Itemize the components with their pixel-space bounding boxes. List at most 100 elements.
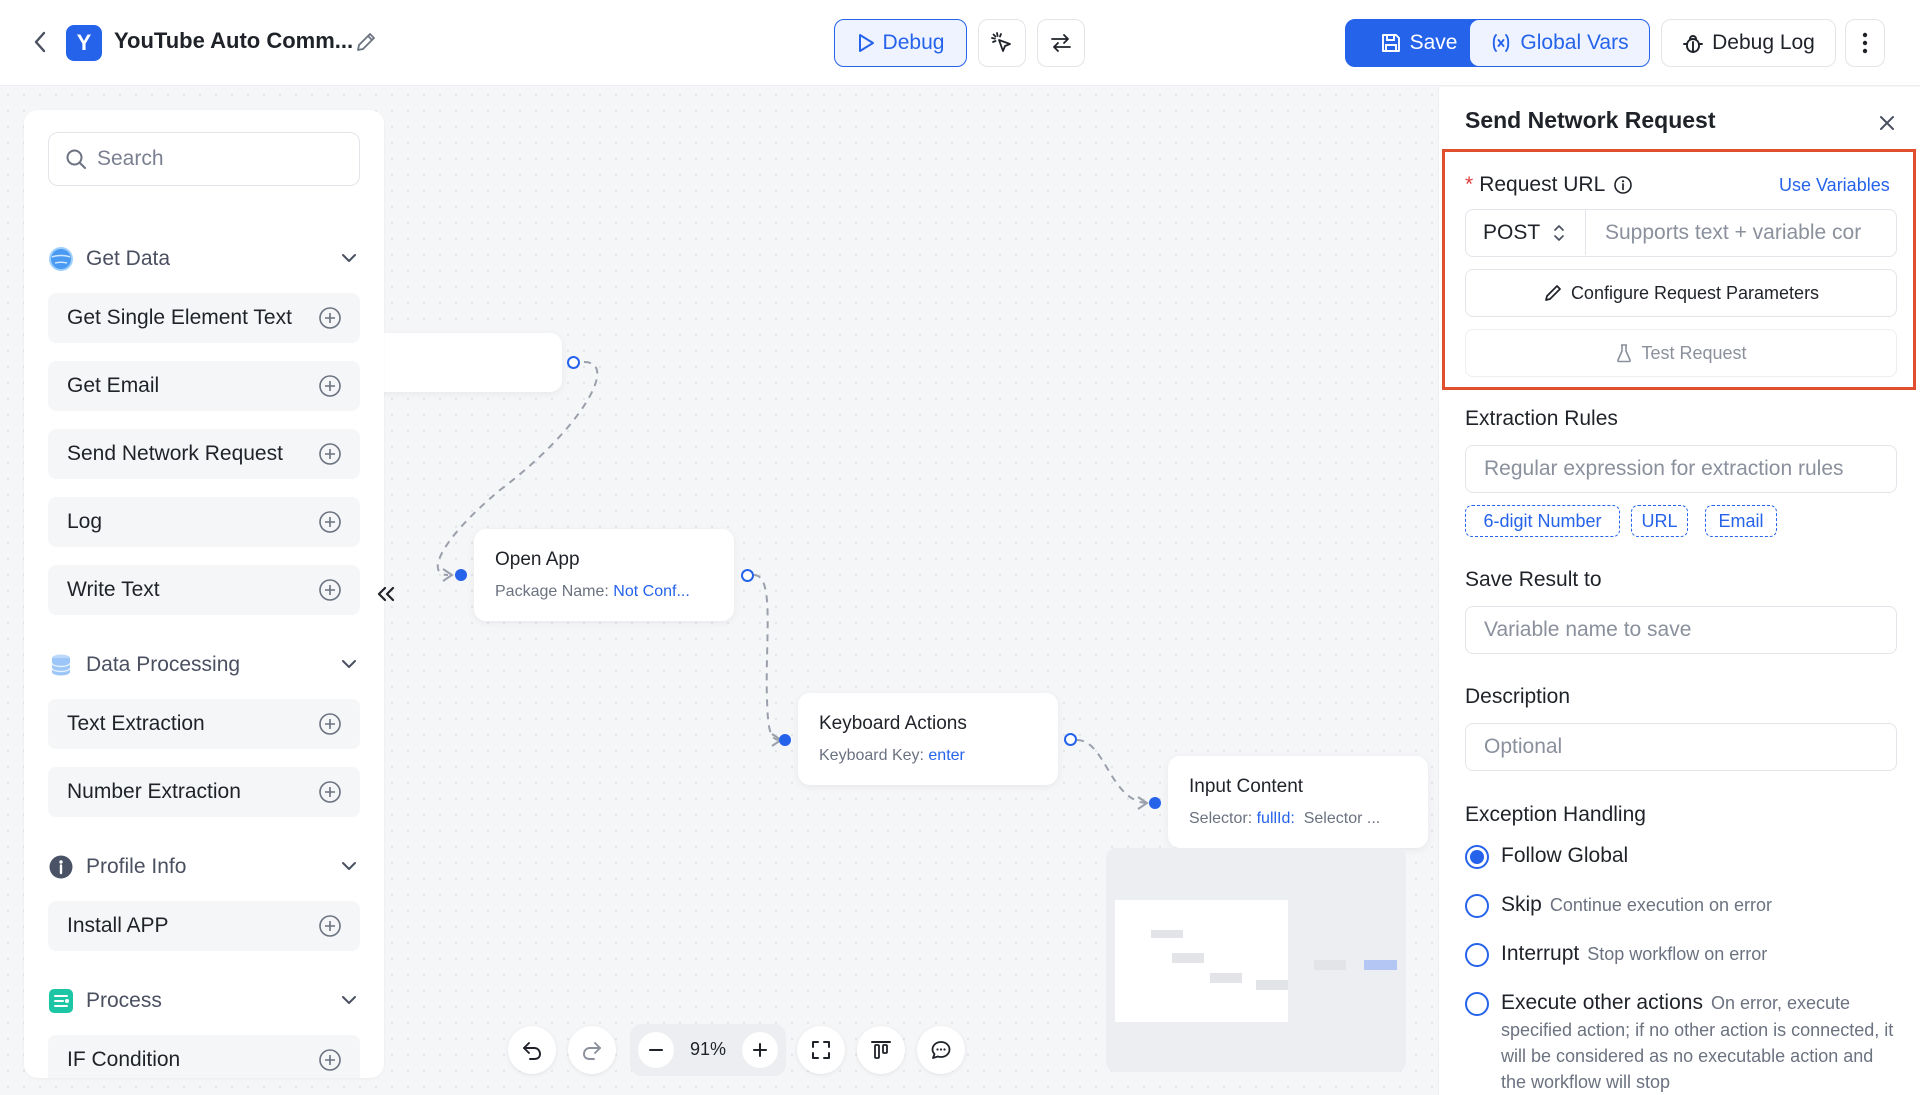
exception-handling-label: Exception Handling [1465, 803, 1646, 826]
node-output-port[interactable] [1064, 733, 1077, 746]
request-url-input[interactable] [1587, 210, 1895, 255]
configure-request-parameters-button[interactable]: Configure Request Parameters [1465, 269, 1897, 317]
pointer-tool-button[interactable] [978, 19, 1026, 67]
extraction-rules-input[interactable] [1465, 445, 1897, 493]
save-result-label: Save Result to [1465, 568, 1602, 591]
save-result-input[interactable] [1465, 606, 1897, 654]
description-input[interactable] [1465, 723, 1897, 771]
node-title: Input Content [1189, 776, 1304, 797]
info-icon [49, 855, 73, 879]
category-profile-info[interactable]: Profile Info [48, 849, 360, 885]
option-execute-other-actions: Execute other actions On error, execute [1501, 991, 1851, 1014]
chevron-left-icon [34, 31, 46, 53]
undo-icon [523, 1042, 541, 1060]
sidebar-item-text-extraction[interactable]: Text Extraction [48, 699, 360, 749]
category-label: Process [86, 989, 162, 1012]
node-keyboard-actions[interactable]: Keyboard Actions Keyboard Key: enter [798, 693, 1058, 785]
add-circle-icon [319, 579, 341, 601]
option-follow-global: Follow Global [1501, 844, 1629, 867]
back-button[interactable] [26, 28, 54, 56]
add-circle-icon [319, 443, 341, 465]
sidebar-item-number-extraction[interactable]: Number Extraction [48, 767, 360, 817]
zoom-in-button[interactable] [742, 1032, 778, 1068]
debug-button[interactable]: Debug [834, 19, 967, 67]
close-panel-button[interactable] [1873, 109, 1901, 137]
node-subtitle: Package Name: Not Conf... [495, 583, 690, 600]
node-output-port[interactable] [567, 356, 580, 369]
category-label: Get Data [86, 247, 171, 270]
sidebar-item-log[interactable]: Log [48, 497, 360, 547]
sidebar-item-install-app[interactable]: Install APP [48, 901, 360, 951]
node-output-port[interactable] [741, 569, 754, 582]
fullscreen-icon [812, 1041, 830, 1059]
minimap-node [1210, 973, 1242, 983]
fit-view-button[interactable] [797, 1026, 845, 1074]
pencil-icon [1545, 285, 1561, 301]
node-input-content[interactable]: Input Content Selector: fullId: Selector… [1168, 756, 1428, 848]
node-title: Keyboard Actions [819, 713, 967, 734]
panel-title: Send Network Request [1465, 107, 1716, 133]
sidebar-item-get-single-element-text[interactable]: Get Single Element Text [48, 293, 360, 343]
category-process[interactable]: Process [48, 983, 360, 1019]
undo-button[interactable] [508, 1026, 556, 1074]
minimap-node-selected [1364, 960, 1397, 970]
edit-title-icon[interactable] [354, 30, 378, 54]
zoom-control: 91% [630, 1024, 786, 1076]
redo-icon [583, 1042, 601, 1060]
minimap[interactable] [1106, 848, 1406, 1072]
cursor-click-icon [991, 32, 1011, 52]
radio-follow-global[interactable] [1465, 845, 1489, 869]
option-skip: Skip Continue execution on error [1501, 893, 1772, 916]
tag-url[interactable]: URL [1631, 505, 1688, 537]
tag-email[interactable]: Email [1705, 505, 1777, 537]
test-request-button[interactable]: Test Request [1465, 329, 1897, 377]
sidebar-item-get-email[interactable]: Get Email [48, 361, 360, 411]
use-variables-link[interactable]: Use Variables [1779, 175, 1890, 196]
partial-node[interactable] [370, 333, 562, 392]
zoom-level: 91% [689, 1039, 727, 1059]
required-marker: * [1465, 173, 1474, 196]
method-select[interactable]: POST [1466, 210, 1586, 255]
swap-button[interactable] [1037, 19, 1085, 67]
debug-log-label: Debug Log [1712, 31, 1815, 54]
category-get-data[interactable]: Get Data [48, 241, 360, 277]
radio-interrupt[interactable] [1465, 943, 1489, 967]
play-icon [858, 34, 874, 52]
sidebar-item-if-condition[interactable]: IF Condition [48, 1035, 360, 1078]
node-input-port[interactable] [455, 569, 467, 581]
top-bar: Y YouTube Auto Comm... Debug Save Global… [0, 0, 1920, 86]
category-data-processing[interactable]: Data Processing [48, 647, 360, 683]
comment-button[interactable] [917, 1026, 965, 1074]
collapse-sidebar-button[interactable] [372, 580, 400, 608]
debug-log-button[interactable]: Debug Log [1661, 19, 1836, 67]
redo-button[interactable] [568, 1026, 616, 1074]
category-label: Data Processing [86, 653, 241, 676]
node-input-port[interactable] [779, 734, 791, 746]
add-circle-icon [319, 307, 341, 329]
chevron-down-icon [342, 254, 356, 262]
auto-layout-button[interactable] [857, 1026, 905, 1074]
radio-skip[interactable] [1465, 894, 1489, 918]
zoom-out-button[interactable] [638, 1032, 674, 1068]
radio-execute-other-actions[interactable] [1465, 992, 1489, 1016]
globe-icon [49, 247, 73, 271]
node-input-port[interactable] [1149, 797, 1161, 809]
save-icon [1381, 34, 1400, 52]
global-vars-button[interactable]: Global Vars [1469, 19, 1650, 67]
node-subtitle: Selector: fullId: Selector ... [1189, 810, 1381, 827]
node-title: Open App [495, 549, 580, 570]
search-box[interactable] [48, 132, 360, 186]
chevron-up-down-icon [1554, 224, 1565, 241]
search-input[interactable] [97, 147, 347, 171]
info-circle-icon [1614, 176, 1633, 194]
chat-bubble-icon [931, 1041, 951, 1059]
more-menu-button[interactable] [1845, 19, 1885, 67]
tag-6-digit-number[interactable]: 6-digit Number [1465, 505, 1620, 537]
minimap-node [1256, 980, 1288, 990]
sidebar-item-send-network-request[interactable]: Send Network Request [48, 429, 360, 479]
align-top-icon [871, 1041, 891, 1059]
sidebar-item-write-text[interactable]: Write Text [48, 565, 360, 615]
option-interrupt: Interrupt Stop workflow on error [1501, 942, 1768, 965]
node-open-app[interactable]: Open App Package Name: Not Conf... [474, 529, 734, 621]
description-label: Description [1465, 685, 1571, 708]
